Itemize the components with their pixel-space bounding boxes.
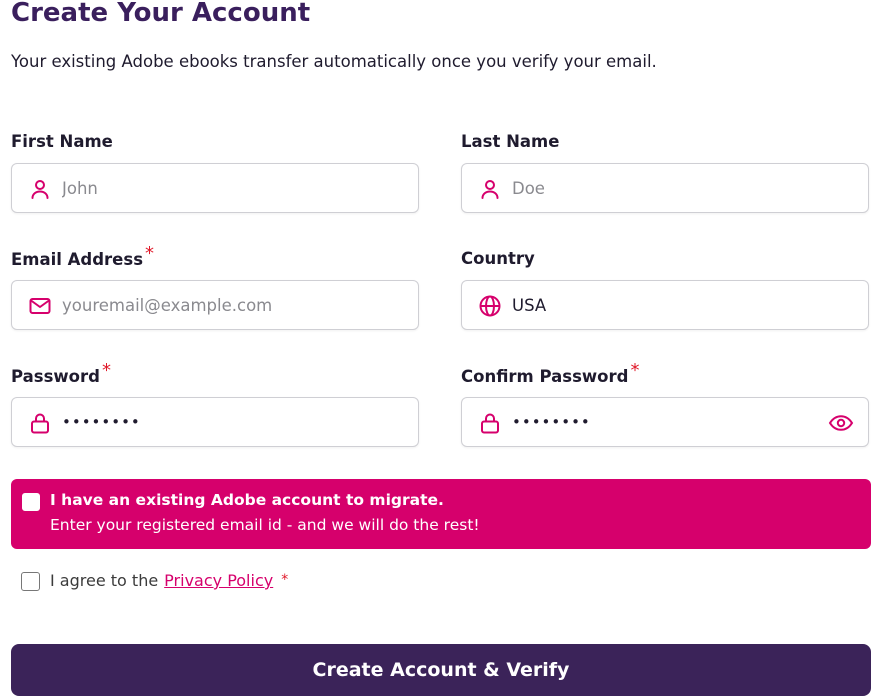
password-input[interactable] [62, 398, 392, 446]
agree-text: I agree to the [50, 571, 159, 590]
last-name-label: Last Name [461, 132, 560, 151]
country-input[interactable] [512, 281, 842, 329]
required-marker: * [101, 360, 111, 381]
first-name-input[interactable] [62, 164, 392, 212]
country-field[interactable] [461, 280, 869, 330]
page-title: Create Your Account [11, 0, 311, 28]
country-label: Country [461, 249, 535, 268]
first-name-field[interactable] [11, 163, 419, 213]
create-account-button[interactable]: Create Account & Verify [11, 644, 871, 696]
email-input[interactable] [62, 281, 392, 329]
lock-icon [31, 413, 49, 434]
privacy-policy-link[interactable]: Privacy Policy [164, 571, 273, 590]
required-marker: * [145, 243, 155, 264]
agree-label: I agree to the Privacy Policy * [50, 571, 288, 590]
first-name-label: First Name [11, 132, 113, 151]
migrate-description: Enter your registered email id - and we … [50, 516, 480, 534]
migrate-title: I have an existing Adobe account to migr… [50, 491, 444, 509]
mail-icon [29, 298, 51, 314]
last-name-input[interactable] [512, 164, 842, 212]
required-marker: * [630, 360, 640, 381]
password-label: Password * [11, 360, 111, 386]
migrate-banner: I have an existing Adobe account to migr… [11, 479, 871, 549]
eye-icon[interactable] [828, 411, 854, 435]
required-marker: * [281, 572, 289, 588]
lock-icon [481, 413, 499, 434]
confirm-password-label: Confirm Password * [461, 360, 640, 386]
email-label: Email Address * [11, 243, 155, 269]
globe-icon [479, 295, 501, 317]
person-icon [31, 180, 49, 199]
last-name-field[interactable] [461, 163, 869, 213]
email-field[interactable] [11, 280, 419, 330]
confirm-password-field[interactable] [461, 397, 869, 447]
confirm-password-input[interactable] [512, 398, 842, 446]
password-field[interactable] [11, 397, 419, 447]
page-subtitle: Your existing Adobe ebooks transfer auto… [11, 52, 657, 71]
person-icon [481, 180, 499, 199]
migrate-checkbox[interactable] [22, 493, 40, 511]
agree-checkbox[interactable] [21, 572, 40, 591]
